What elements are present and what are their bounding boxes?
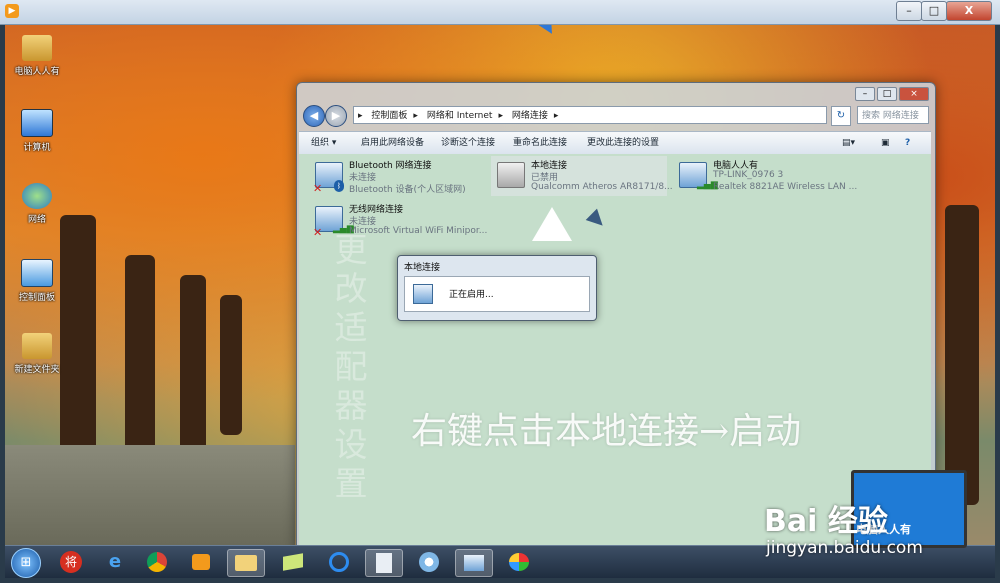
explorer-close-button[interactable]: ×	[899, 87, 929, 101]
media-player-icon[interactable]	[183, 549, 219, 575]
settings-flower-icon[interactable]	[411, 549, 447, 575]
connection-device: Bluetooth 设备(个人区域网)	[349, 185, 466, 195]
organize-menu[interactable]: 组织 ▾	[311, 132, 336, 154]
desktop-icon-label: 网络	[27, 215, 46, 225]
desktop-icon-control-panel[interactable]: 控制面板	[9, 259, 65, 303]
watermark-url: jingyan.baidu.com	[766, 538, 923, 558]
explorer-minimize-button[interactable]: –	[855, 87, 875, 101]
desktop-icon-new-folder[interactable]: 新建文件夹	[9, 333, 65, 375]
tree-trunk	[125, 255, 155, 465]
search-input[interactable]: 搜索 网络连接	[857, 106, 929, 124]
forward-arrow-icon[interactable]: ▶	[325, 105, 347, 127]
breadcrumb-item[interactable]: 控制面板	[371, 111, 407, 121]
desktop-icon-network[interactable]: 网络	[9, 183, 65, 225]
connection-status: TP-LINK_0976 3	[713, 170, 784, 180]
address-bar[interactable]: ▸ 控制面板 ▸ 网络和 Internet ▸ 网络连接 ▸	[353, 106, 827, 124]
chrome-icon[interactable]	[139, 549, 175, 575]
pointer-arrow-icon	[532, 207, 572, 241]
desktop-icon-label: 计算机	[23, 143, 51, 153]
mouse-cursor-icon	[537, 25, 559, 38]
breadcrumb-separator-icon: ▸	[498, 111, 503, 121]
instruction-caption: 右键点击本地连接→启动	[411, 411, 802, 452]
desktop-icon-label: 新建文件夹	[14, 365, 60, 375]
breadcrumb-separator-icon: ▸	[413, 111, 418, 121]
bluetooth-icon: ᛒ	[334, 180, 344, 192]
file-explorer-icon[interactable]	[227, 549, 265, 577]
desktop-icon-user-folder[interactable]: 电脑人人有	[9, 35, 65, 77]
connection-device: Qualcomm Atheros AR8171/8...	[531, 182, 673, 192]
back-arrow-icon[interactable]: ◀	[303, 105, 325, 127]
rename-connection-button[interactable]: 重命名此连接	[513, 132, 567, 154]
disconnected-x-icon: ✕	[313, 226, 323, 239]
connection-item-bluetooth[interactable]: ✕ ᛒ Bluetooth 网络连接 未连接 Bluetooth 设备(个人区域…	[309, 156, 494, 196]
disconnected-x-icon: ✕	[313, 182, 323, 195]
enable-device-button[interactable]: 启用此网络设备	[361, 132, 424, 154]
dialog-title: 本地连接	[404, 263, 441, 273]
explorer-maximize-button[interactable]: □	[877, 87, 897, 101]
network-connections-task-icon[interactable]	[455, 549, 493, 577]
help-icon[interactable]: ?	[905, 132, 910, 154]
breadcrumb-item[interactable]: 网络和 Internet	[427, 111, 493, 121]
document-app-icon[interactable]	[365, 549, 403, 577]
network-adapter-disabled-icon	[497, 162, 525, 188]
network-adapter-icon	[413, 284, 433, 304]
breadcrumb-separator-icon: ▸	[553, 111, 559, 121]
watermark-brand: Bai 经验	[764, 504, 888, 539]
connection-device: Realtek 8821AE Wireless LAN ...	[713, 182, 858, 192]
preview-pane-icon[interactable]: ▣	[881, 132, 890, 154]
view-options-icon[interactable]: ▤▾	[842, 132, 855, 154]
folder-icon	[22, 333, 52, 359]
diagnose-connection-button[interactable]: 诊断这个连接	[441, 132, 495, 154]
internet-explorer-icon[interactable]: e	[97, 549, 133, 575]
connection-item-local[interactable]: 本地连接 已禁用 Qualcomm Atheros AR8171/8...	[491, 156, 673, 196]
tree-trunk	[180, 275, 206, 455]
baidu-watermark: 电脑人人有 Bai 经验 jingyan.baidu.com	[758, 468, 988, 578]
tree-trunk	[220, 295, 242, 435]
player-titlebar: ▶ – □ X	[0, 0, 1000, 25]
tree-trunk	[945, 205, 979, 505]
player-app-icon: ▶	[5, 4, 19, 18]
tree-trunk	[60, 215, 96, 475]
explorer-window-controls: – □ ×	[853, 85, 929, 101]
sticky-notes-icon[interactable]	[275, 549, 311, 575]
desktop-icon-label: 控制面板	[18, 293, 55, 303]
control-panel-icon	[21, 259, 53, 287]
taskbar-app-red-icon[interactable]: 将	[53, 549, 89, 575]
network-globe-icon	[22, 183, 52, 209]
minimize-button[interactable]: –	[896, 1, 922, 21]
breadcrumb-item[interactable]: 网络连接	[512, 111, 548, 121]
close-button[interactable]: X	[946, 1, 992, 21]
folder-icon	[22, 35, 52, 61]
vertical-caption: 更改适配器设置	[334, 230, 368, 503]
maximize-button[interactable]: □	[921, 1, 947, 21]
dialog-body: 正在启用...	[404, 276, 590, 312]
connection-item-wifi[interactable]: ▂▄▆ 电脑人人有 TP-LINK_0976 3 Realtek 8821AE …	[673, 156, 857, 196]
browser-blue-icon[interactable]	[321, 549, 357, 575]
navigation-bar: ◀ ▶ ▸ 控制面板 ▸ 网络和 Internet ▸ 网络连接 ▸ ↻ 搜索 网络连…	[301, 103, 929, 129]
desktop-icon-label: 电脑人人有	[14, 67, 60, 77]
change-settings-button[interactable]: 更改此连接的设置	[587, 132, 659, 154]
paint-icon[interactable]	[501, 549, 537, 575]
command-bar: 组织 ▾ 启用此网络设备 诊断这个连接 重命名此连接 更改此连接的设置 ▤▾ ▣…	[299, 131, 931, 155]
road	[5, 445, 295, 545]
refresh-icon[interactable]: ↻	[831, 106, 851, 126]
dialog-message: 正在启用...	[449, 290, 494, 300]
desktop-icon-computer[interactable]: 计算机	[9, 109, 65, 153]
start-button[interactable]: ⊞	[11, 548, 41, 578]
computer-icon	[21, 109, 53, 137]
mouse-cursor-icon	[585, 208, 609, 232]
enabling-dialog: 本地连接 正在启用...	[397, 255, 597, 321]
breadcrumb-arrow-icon: ▸	[358, 111, 363, 121]
